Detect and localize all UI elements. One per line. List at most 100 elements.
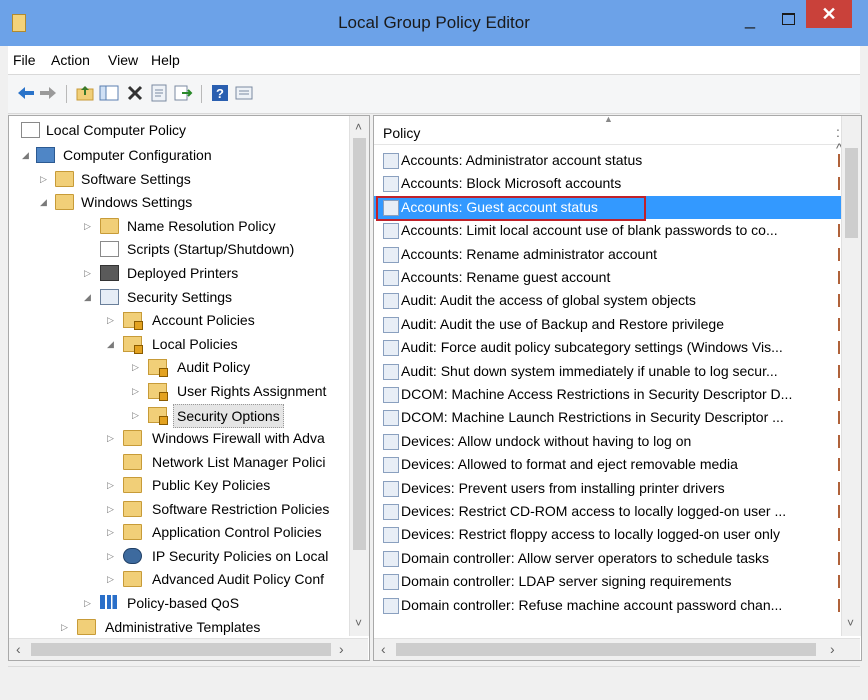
scroll-left-arrow-icon[interactable]: ‹ [381, 641, 386, 657]
up-folder-icon[interactable] [75, 83, 95, 103]
security-setting-marker [838, 388, 840, 401]
policy-row[interactable]: Accounts: Guest account status [374, 195, 847, 221]
menu-action[interactable]: Action [51, 52, 90, 68]
expanded-triangle-icon[interactable]: ◢ [40, 191, 47, 213]
scroll-down-arrow-icon[interactable]: ˅ [355, 616, 362, 630]
scrollbar-thumb[interactable] [845, 148, 858, 238]
policy-setting-icon [383, 574, 399, 591]
scroll-down-arrow-icon[interactable]: ˅ [847, 616, 854, 630]
policy-row[interactable]: Domain controller: LDAP server signing r… [374, 570, 847, 593]
collapsed-triangle-icon[interactable]: ▷ [132, 380, 139, 402]
status-bar [8, 666, 860, 695]
policy-row[interactable]: Domain controller: Allow server operator… [374, 547, 847, 570]
folder-icon [123, 454, 142, 470]
policy-row[interactable]: Devices: Allow undock without having to … [374, 430, 847, 453]
policy-row[interactable]: Audit: Force audit policy subcategory se… [374, 336, 847, 359]
policy-row[interactable]: Devices: Allowed to format and eject rem… [374, 453, 847, 476]
menu-help[interactable]: Help [151, 52, 180, 68]
tree-item-label: Security Settings [127, 289, 233, 305]
collapsed-triangle-icon[interactable]: ▷ [40, 168, 47, 190]
collapsed-triangle-icon[interactable]: ▷ [107, 521, 114, 543]
menu-file[interactable]: File [13, 52, 36, 68]
export-list-icon[interactable] [173, 83, 193, 103]
folder-icon [55, 171, 74, 187]
policy-label: Audit: Audit the use of Backup and Resto… [401, 315, 724, 332]
tree-horizontal-scrollbar[interactable]: ‹ › [9, 638, 368, 660]
back-arrow-icon[interactable] [16, 83, 36, 103]
policy-row[interactable]: DCOM: Machine Launch Restrictions in Sec… [374, 406, 847, 429]
collapsed-triangle-icon[interactable]: ▷ [132, 404, 139, 426]
policy-row[interactable]: Audit: Shut down system immediately if u… [374, 360, 847, 383]
column-header-policy[interactable]: Policy [383, 125, 420, 141]
scrollbar-thumb[interactable] [396, 643, 816, 656]
collapsed-triangle-icon[interactable]: ▷ [132, 356, 139, 378]
policy-row[interactable]: Accounts: Block Microsoft accounts [374, 172, 847, 195]
scrollbar-thumb[interactable] [31, 643, 331, 656]
close-button[interactable]: ✕ [806, 0, 852, 28]
expanded-triangle-icon[interactable]: ◢ [84, 286, 91, 308]
policy-setting-icon [383, 527, 399, 544]
qos-chart-icon [100, 595, 117, 609]
policy-row[interactable]: Accounts: Rename administrator account [374, 243, 847, 266]
scroll-right-arrow-icon[interactable]: › [339, 641, 344, 657]
collapsed-triangle-icon[interactable]: ▷ [107, 309, 114, 331]
policy-setting-icon [383, 504, 399, 520]
console-tree-pane: Local Computer Policy ◢ Computer Configu… [8, 115, 370, 661]
scroll-left-arrow-icon[interactable]: ‹ [16, 641, 21, 657]
list-vertical-scrollbar[interactable]: ˅ [841, 116, 861, 636]
expanded-triangle-icon[interactable]: ◢ [107, 333, 114, 355]
list-horizontal-scrollbar[interactable]: ‹ › [374, 638, 860, 660]
policy-row[interactable]: Accounts: Administrator account status [374, 149, 847, 172]
policy-setting-icon [383, 176, 399, 193]
policy-row[interactable]: Devices: Restrict floppy access to local… [374, 523, 847, 546]
policy-setting-icon [383, 410, 399, 427]
locked-folder-icon [148, 359, 168, 377]
scrollbar-thumb[interactable] [353, 138, 366, 550]
policy-row[interactable]: Devices: Prevent users from installing p… [374, 477, 847, 500]
collapsed-triangle-icon[interactable]: ▷ [107, 474, 114, 496]
tree-item-label: Network List Manager Polici [152, 454, 326, 470]
policy-label: DCOM: Machine Access Restrictions in Sec… [401, 386, 793, 402]
expanded-triangle-icon[interactable]: ◢ [22, 144, 29, 166]
collapsed-triangle-icon[interactable]: ▷ [107, 498, 114, 520]
help-icon[interactable]: ? [210, 83, 230, 103]
maximize-button[interactable] [775, 10, 801, 30]
policy-row[interactable]: Audit: Audit the use of Backup and Resto… [374, 313, 847, 336]
security-setting-marker [838, 551, 840, 565]
collapsed-triangle-icon[interactable]: ▷ [107, 568, 114, 590]
policy-row[interactable]: Accounts: Limit local account use of bla… [374, 219, 847, 242]
collapsed-triangle-icon[interactable]: ▷ [107, 545, 114, 567]
scroll-right-arrow-icon[interactable]: › [830, 641, 835, 657]
collapsed-triangle-icon[interactable]: ▷ [84, 262, 91, 284]
policy-row[interactable]: Devices: Restrict CD-ROM access to local… [374, 500, 847, 523]
policy-label: Domain controller: Refuse machine accoun… [401, 596, 783, 613]
policy-setting-icon [383, 270, 399, 286]
policy-label: Accounts: Administrator account status [401, 152, 643, 168]
policy-row[interactable]: Audit: Audit the access of global system… [374, 289, 847, 312]
properties-icon[interactable] [149, 83, 169, 103]
collapsed-triangle-icon[interactable]: ▷ [61, 616, 68, 638]
tree-item-label: Windows Firewall with Adva [152, 430, 325, 446]
tree-item-label: Account Policies [152, 312, 255, 328]
tree-item-label: Software Settings [81, 171, 191, 187]
security-setting-marker [838, 317, 840, 331]
minimize-button[interactable]: _ [737, 10, 763, 30]
policy-row[interactable]: Accounts: Rename guest account [374, 266, 847, 289]
tree-vertical-scrollbar[interactable]: ˄ ˅ [349, 116, 369, 636]
policy-row[interactable]: DCOM: Machine Access Restrictions in Sec… [374, 383, 847, 406]
menu-view[interactable]: View [108, 52, 138, 68]
collapsed-triangle-icon[interactable]: ▷ [107, 427, 114, 449]
filter-options-icon[interactable] [234, 83, 254, 103]
scroll-up-arrow-icon[interactable]: ˄ [355, 120, 362, 134]
collapsed-triangle-icon[interactable]: ▷ [84, 592, 91, 614]
delete-icon[interactable] [125, 83, 145, 103]
policy-row[interactable]: Domain controller: Refuse machine accoun… [374, 594, 847, 617]
policy-label: Domain controller: LDAP server signing r… [401, 573, 732, 590]
locked-folder-icon [123, 312, 143, 330]
policy-setting-icon [383, 433, 399, 450]
forward-arrow-icon[interactable] [38, 83, 58, 103]
tree-item-label: Local Computer Policy [46, 122, 187, 138]
policy-label: Audit: Shut down system immediately if u… [401, 362, 778, 379]
show-hide-tree-icon[interactable] [99, 83, 119, 103]
collapsed-triangle-icon[interactable]: ▷ [84, 215, 91, 237]
